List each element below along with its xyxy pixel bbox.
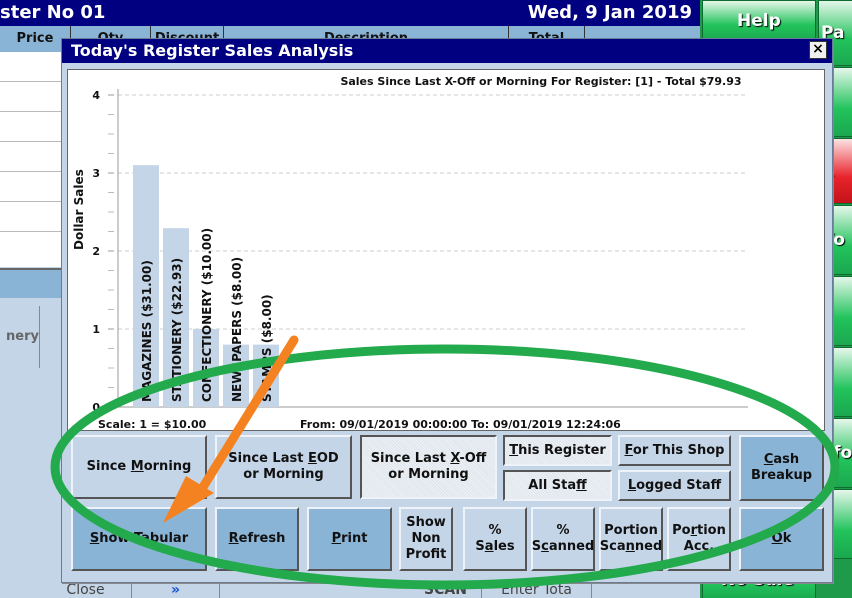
- y-tick-label: 3: [92, 167, 100, 180]
- sales-bar-chart: 0 1 2 3 4 MAGAZINES ($31.00) STATIONERY ($22.9…: [92, 89, 748, 414]
- pct-sales-button[interactable]: % Sales: [463, 507, 527, 571]
- button-label: % Scanned: [531, 523, 595, 554]
- y-tick-label: 1: [92, 323, 100, 336]
- help-key[interactable]: Help: [702, 0, 816, 42]
- button-label: Ok: [771, 531, 792, 546]
- button-label: Since Morning: [86, 459, 192, 474]
- button-label: Since Last EOD or Morning: [228, 451, 339, 482]
- button-label: Show Non Profit: [405, 515, 447, 562]
- button-label: Print: [331, 531, 368, 546]
- bar-label: NEWSPAPERS ($8.00): [230, 257, 244, 402]
- button-label: Logged Staff: [627, 477, 722, 493]
- bar-label: STAMPS ($8.00): [260, 294, 274, 402]
- pos-screen: ster No 01 Wed, 9 Jan 2019 Price Qty Dis…: [0, 0, 852, 598]
- button-label: Since Last X-Off or Morning: [370, 451, 487, 482]
- y-tick-label: 2: [92, 245, 100, 258]
- table-row[interactable]: [0, 52, 62, 82]
- since-morning-button[interactable]: Since Morning: [71, 435, 207, 499]
- bar-label: MAGAZINES ($31.00): [140, 260, 154, 402]
- button-label: Refresh: [228, 531, 286, 546]
- pct-scanned-button[interactable]: % Scanned: [531, 507, 595, 571]
- table-row[interactable]: [0, 142, 62, 172]
- button-label: All Staff: [528, 477, 587, 493]
- department-button[interactable]: nery: [0, 306, 40, 368]
- scale-label: Scale: 1 = $10.00: [98, 418, 207, 431]
- bar-label: STATIONERY ($22.93): [170, 258, 184, 402]
- button-label: For This Shop: [624, 442, 725, 458]
- button-label: This Register: [509, 442, 606, 458]
- y-tick-label: 4: [92, 89, 100, 102]
- print-button[interactable]: Print: [307, 507, 392, 571]
- button-label: Portion Acc.: [672, 523, 726, 554]
- portion-acc-button[interactable]: Portion Acc.: [667, 507, 731, 571]
- show-non-profit-button[interactable]: Show Non Profit: [399, 507, 453, 571]
- register-title: ster No 01: [0, 2, 106, 23]
- all-staff-button[interactable]: All Staff: [503, 470, 612, 501]
- cash-breakup-button[interactable]: Cash Breakup: [739, 435, 824, 501]
- dialog-title-bar: Today's Register Sales Analysis ×: [62, 39, 832, 63]
- button-label: % Sales: [475, 523, 515, 554]
- show-tabular-button[interactable]: Show Tabular: [71, 507, 207, 571]
- table-row[interactable]: [0, 82, 62, 112]
- totals-band: [0, 268, 62, 298]
- sales-analysis-dialog: Today's Register Sales Analysis × 0 1 2 3 4 M…: [61, 38, 833, 583]
- dialog-title: Today's Register Sales Analysis: [71, 41, 354, 60]
- table-row[interactable]: [0, 112, 62, 142]
- table-row[interactable]: [0, 202, 62, 232]
- close-icon[interactable]: ×: [809, 41, 827, 59]
- refresh-button[interactable]: Refresh: [215, 507, 299, 571]
- date-display: Wed, 9 Jan 2019: [527, 2, 692, 23]
- bar-label: CONFECTIONERY ($10.00): [200, 228, 214, 402]
- button-label: Show Tabular: [89, 531, 189, 546]
- portion-scanned-button[interactable]: Portion Scanned: [599, 507, 663, 571]
- logged-staff-button[interactable]: Logged Staff: [618, 470, 731, 501]
- date-range-label: From: 09/01/2019 00:00:00 To: 09/01/2019…: [300, 418, 621, 431]
- since-last-eod-button[interactable]: Since Last EOD or Morning: [215, 435, 352, 499]
- register-title-bar: ster No 01 Wed, 9 Jan 2019: [0, 0, 700, 26]
- since-last-xoff-button[interactable]: Since Last X-Off or Morning: [360, 435, 497, 499]
- chart-title: Sales Since Last X-Off or Morning For Re…: [340, 75, 742, 88]
- sales-chart-panel: 0 1 2 3 4 MAGAZINES ($31.00) STATIONERY ($22.9…: [67, 69, 825, 431]
- sale-grid-rows: [0, 52, 62, 267]
- button-label: Cash Breakup: [750, 452, 813, 483]
- ok-button[interactable]: Ok: [739, 507, 824, 571]
- this-register-button[interactable]: This Register: [503, 435, 612, 466]
- table-row[interactable]: [0, 172, 62, 202]
- y-tick-label: 0: [92, 401, 100, 414]
- y-axis-label: Dollar Sales: [72, 169, 86, 250]
- for-this-shop-button[interactable]: For This Shop: [618, 435, 731, 466]
- button-label: Portion Scanned: [599, 523, 663, 554]
